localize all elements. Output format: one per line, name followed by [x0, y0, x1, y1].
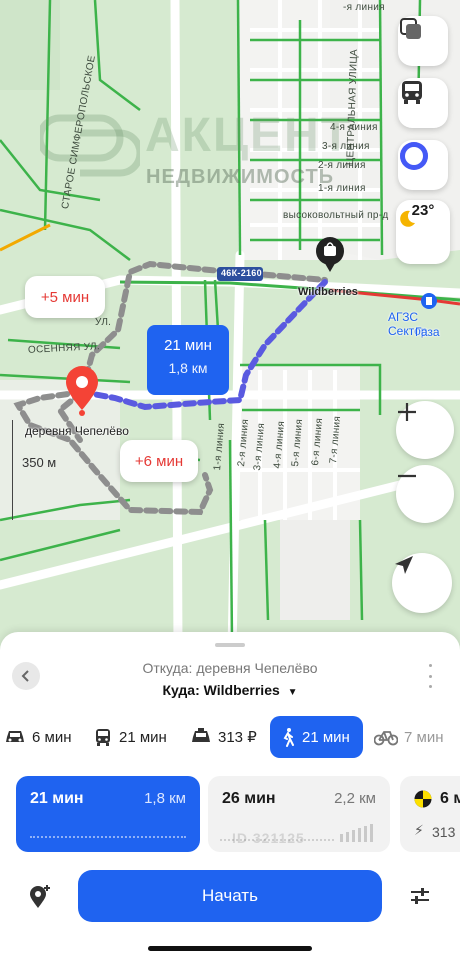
mode-taxi-label: 313 ₽	[218, 729, 257, 746]
main-route-bubble[interactable]: 21 мин 1,8 км	[147, 325, 229, 395]
place-label-origin[interactable]: деревня Чепелёво	[25, 424, 129, 438]
home-indicator[interactable]	[148, 946, 312, 951]
street-label-vysokovoltny: высоковольтный пр-д	[283, 210, 389, 221]
route-card-time: 21 мин	[30, 790, 84, 807]
yandex-go-icon	[414, 790, 432, 808]
more-options-button[interactable]	[424, 664, 436, 688]
car-icon	[6, 731, 24, 742]
street-label-liniya-top: -я линия	[343, 2, 385, 13]
minus-icon	[398, 474, 416, 478]
location-arrow-icon	[395, 556, 413, 574]
alice-assistant-icon	[400, 142, 428, 170]
route-card-distance: 1,8 км	[144, 790, 186, 807]
mode-walk[interactable]: 21 мин	[270, 716, 363, 758]
destination-pin-icon	[316, 237, 344, 272]
bus-icon	[402, 81, 422, 104]
walking-icon	[283, 728, 294, 747]
my-location-button[interactable]	[392, 553, 452, 613]
route-sheet: Откуда: деревня Чепелёво Куда: Wildberri…	[0, 632, 460, 960]
layers-button[interactable]	[398, 16, 448, 66]
route-card-selected[interactable]: 21 мин 1,8 км	[16, 776, 200, 852]
add-pin-icon	[30, 885, 50, 908]
chevron-down-icon: ▼	[287, 687, 298, 698]
mode-car[interactable]: 6 мин	[4, 716, 72, 758]
bus-icon	[96, 729, 110, 746]
action-row: Начать	[0, 870, 460, 922]
weather-widget[interactable]: 23°	[396, 200, 450, 264]
start-button[interactable]: Начать	[78, 870, 382, 922]
alt-route-bubble-bottom[interactable]: +6 мин	[120, 440, 198, 482]
place-label-gas-2: Газа	[415, 325, 440, 339]
taxi-icon	[192, 728, 210, 742]
route-card-time: 26 мин	[222, 790, 276, 807]
plus-icon	[398, 403, 416, 421]
route-from[interactable]: Откуда: деревня Чепелёво	[0, 660, 460, 676]
lightning-icon: ⚡	[414, 822, 424, 838]
taxi-time: 6 м	[440, 790, 460, 807]
mode-bike[interactable]: 7 мин	[374, 716, 444, 758]
zoom-in-button[interactable]	[396, 401, 454, 459]
layers-icon	[400, 18, 421, 39]
elevation-profile	[30, 836, 186, 838]
route-card-distance: 2,2 км	[334, 790, 376, 807]
route-bubble-time: 21 мин	[164, 337, 212, 354]
street-label-liniya-4: 4-я линия	[330, 122, 378, 133]
mode-bus-label: 21 мин	[119, 728, 167, 746]
moon-icon	[400, 210, 415, 227]
transport-button[interactable]	[398, 78, 448, 128]
add-waypoint-button[interactable]	[28, 884, 52, 915]
mode-taxi[interactable]: 313 ₽	[190, 716, 257, 758]
watermark-id: ID 321125	[232, 830, 305, 846]
route-settings-button[interactable]	[408, 884, 432, 913]
settings-sliders-icon	[411, 888, 429, 904]
street-label-liniya-2: 2-я линия	[318, 160, 366, 171]
route-card-taxi[interactable]: 6 м ⚡ 313	[400, 776, 460, 852]
alt-route-bubble-top[interactable]: +5 мин	[25, 276, 105, 318]
sheet-grabber[interactable]	[215, 643, 245, 647]
mode-bike-label: 7 мин	[404, 728, 444, 746]
mode-car-label: 6 мин	[32, 728, 72, 746]
taxi-price: 313	[432, 824, 456, 840]
bicycle-icon	[374, 731, 398, 746]
gas-station-icon	[421, 293, 437, 309]
zoom-out-button[interactable]	[396, 465, 454, 523]
alice-button[interactable]	[398, 140, 448, 190]
road-code-label: 46К-2160	[221, 268, 262, 278]
transport-mode-tabs: 6 мин 21 мин 313 ₽ 21 мин 7 мин	[0, 716, 460, 758]
route-to[interactable]: Куда: Wildberries ▼	[0, 682, 460, 698]
mode-walk-label: 21 мин	[302, 728, 350, 746]
place-label-wildberries[interactable]: Wildberries	[298, 286, 358, 298]
route-to-label: Куда: Wildberries	[162, 682, 280, 698]
map-scale-bar	[12, 420, 16, 520]
mode-bus[interactable]: 21 мин	[93, 716, 167, 758]
route-bubble-distance: 1,8 км	[168, 360, 208, 376]
map-scale-label: 350 м	[22, 455, 57, 470]
street-label-liniya-3: 3-я линия	[322, 141, 370, 152]
street-label-liniya-1: 1-я линия	[318, 183, 366, 194]
map-view[interactable]: АКЦЕНТ НЕДВИЖИМОСТЬ СТАРОЕ СИМФЕРОПОЛЬСК…	[0, 0, 460, 650]
street-label-ul: УЛ.	[95, 317, 112, 328]
